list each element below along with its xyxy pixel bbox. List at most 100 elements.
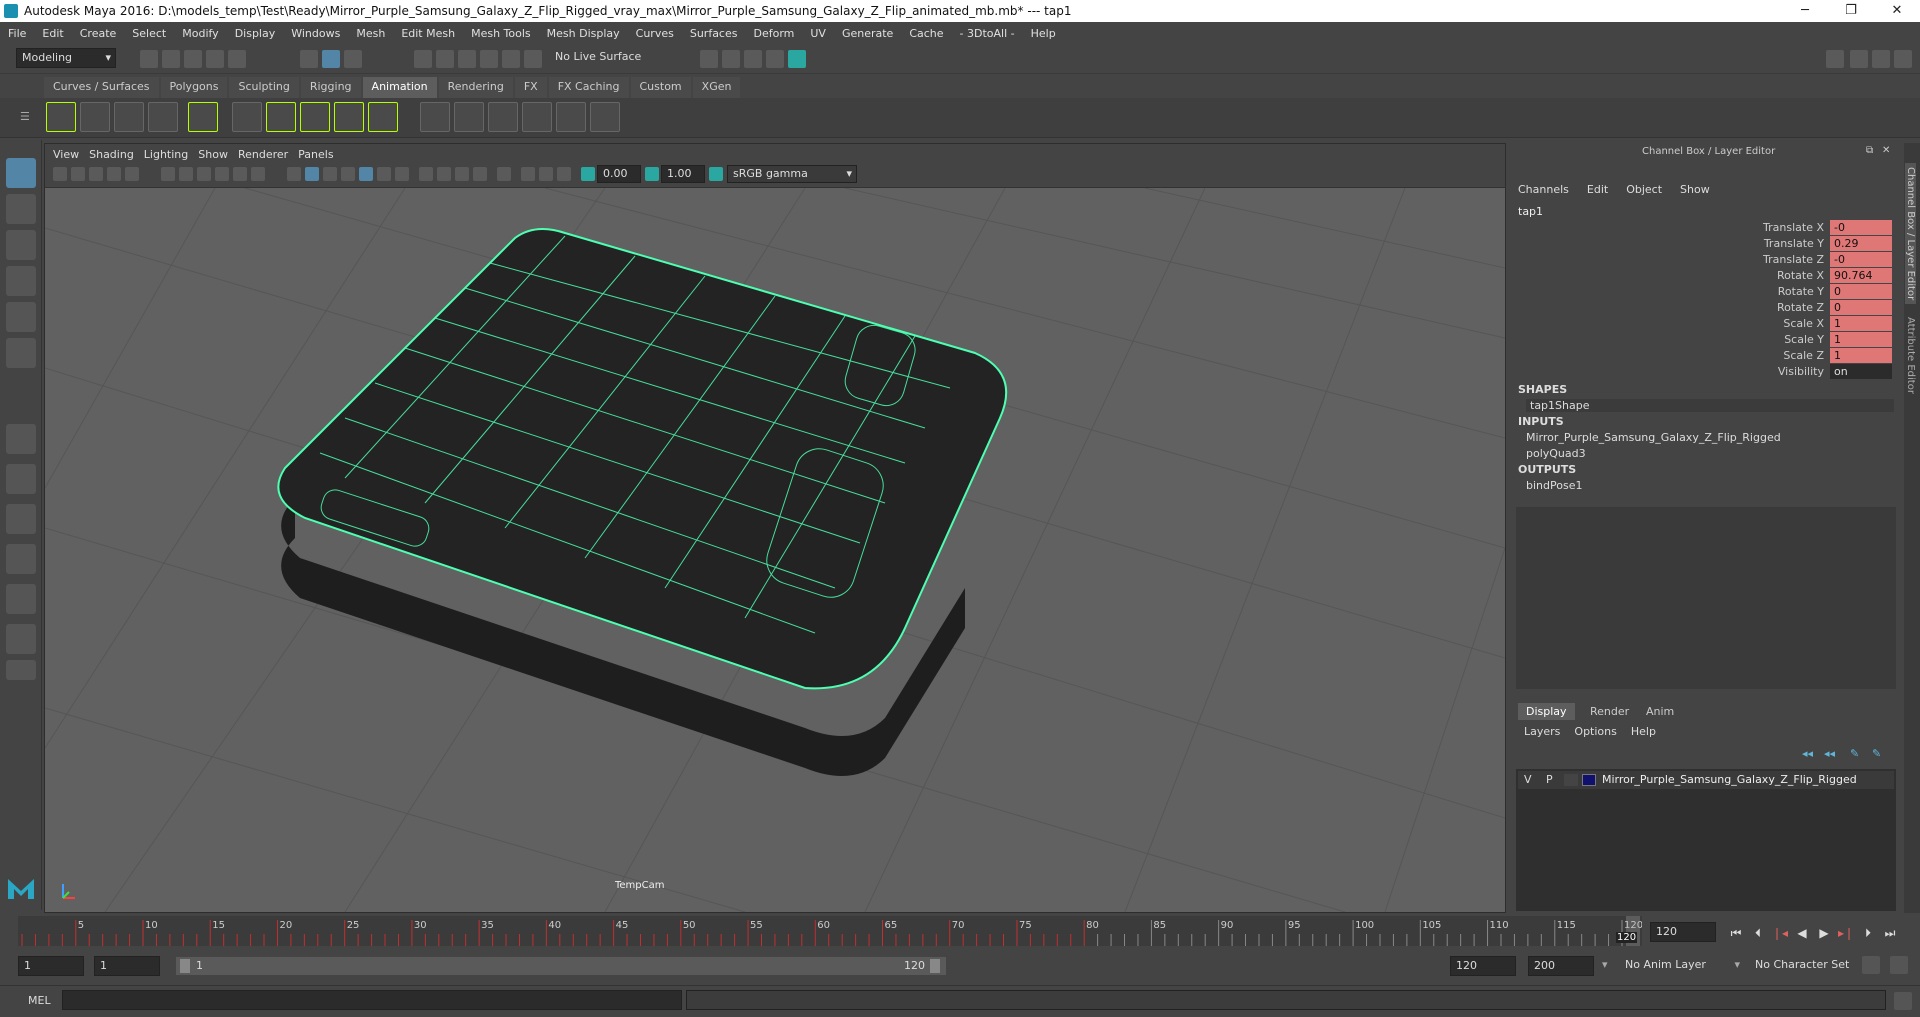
- undo-icon[interactable]: [206, 50, 224, 68]
- layer-tab-render[interactable]: Render: [1582, 703, 1637, 720]
- field-chart-icon[interactable]: [233, 167, 247, 181]
- close-panel-icon[interactable]: ✕: [1882, 145, 1890, 156]
- layer-row[interactable]: V P Mirror_Purple_Samsung_Galaxy_Z_Flip_…: [1518, 771, 1894, 789]
- layer-color-swatch[interactable]: [1582, 774, 1596, 786]
- snap-live-icon[interactable]: [502, 50, 520, 68]
- image-plane-icon[interactable]: [107, 167, 121, 181]
- channel-value[interactable]: 1: [1830, 348, 1892, 363]
- layer-tab-display[interactable]: Display: [1518, 703, 1575, 720]
- constraint-icon[interactable]: [368, 102, 398, 132]
- menu-edit-mesh[interactable]: Edit Mesh: [393, 27, 463, 40]
- select-by-object-icon[interactable]: [322, 50, 340, 68]
- gate-mask-icon[interactable]: [215, 167, 229, 181]
- command-language-label[interactable]: MEL: [28, 994, 51, 1007]
- wireframe-on-shaded-icon[interactable]: [341, 167, 355, 181]
- point-constraint-icon[interactable]: [454, 102, 484, 132]
- output-item[interactable]: bindPose1: [1526, 479, 1582, 492]
- resolution-gate-icon[interactable]: [197, 167, 211, 181]
- channel-scale-z[interactable]: Scale Z 1: [1512, 348, 1892, 364]
- xray-icon[interactable]: [521, 167, 535, 181]
- paint-select-tool-icon[interactable]: [6, 230, 36, 260]
- step-back-key-icon[interactable]: ⏴: [1750, 925, 1766, 941]
- new-scene-icon[interactable]: [140, 50, 158, 68]
- shelf-tab-sculpting[interactable]: Sculpting: [229, 77, 299, 98]
- shelf-tab-curves-surfaces[interactable]: Curves / Surfaces: [44, 77, 159, 98]
- anim-layer-dropdown[interactable]: No Anim Layer ▾: [1620, 956, 1742, 976]
- menu-uv[interactable]: UV: [802, 27, 834, 40]
- more-layouts-icon[interactable]: [6, 660, 36, 680]
- safe-action-icon[interactable]: [251, 167, 265, 181]
- make-live-icon[interactable]: [524, 50, 542, 68]
- parent-constraint-icon[interactable]: [420, 102, 450, 132]
- shelf-tab-animation[interactable]: Animation: [362, 77, 437, 98]
- time-ruler[interactable]: 5 10 15 20 25 30 35 40 45 50 55 60 65 70 75 80 85 90 95 100…: [18, 916, 1643, 946]
- mode-dropdown[interactable]: Modeling ▾: [16, 48, 116, 68]
- channel-value[interactable]: -0: [1830, 252, 1892, 267]
- isolate-select-icon[interactable]: [497, 167, 511, 181]
- channel-rotate-x[interactable]: Rotate X 90.764: [1512, 268, 1892, 284]
- menu-windows[interactable]: Windows: [283, 27, 348, 40]
- modeling-toolkit-icon[interactable]: [1826, 50, 1844, 68]
- play-forwards-icon[interactable]: ▶: [1816, 925, 1832, 941]
- panel-menu-lighting[interactable]: Lighting: [144, 148, 198, 161]
- ik-handle-icon[interactable]: [266, 102, 296, 132]
- input-item[interactable]: Mirror_Purple_Samsung_Galaxy_Z_Flip_Rigg…: [1526, 431, 1781, 444]
- layer-tab-anim[interactable]: Anim: [1638, 703, 1682, 720]
- go-to-start-icon[interactable]: ⏮: [1728, 925, 1744, 941]
- shelf-tab-xgen[interactable]: XGen: [692, 77, 741, 98]
- layer-playback-toggle[interactable]: P: [1546, 773, 1553, 786]
- hypershade-icon[interactable]: [766, 50, 784, 68]
- xray-joints-icon[interactable]: [557, 167, 571, 181]
- ipr-render-icon[interactable]: [722, 50, 740, 68]
- menu-mesh[interactable]: Mesh: [348, 27, 393, 40]
- move-layer-up-icon[interactable]: ◂◂: [1802, 747, 1813, 760]
- channel-translate-x[interactable]: Translate X -0: [1512, 220, 1892, 236]
- layers-menu[interactable]: Layers: [1524, 725, 1560, 738]
- menu-display[interactable]: Display: [227, 27, 284, 40]
- smooth-shade-icon[interactable]: [305, 167, 319, 181]
- channel-visibility[interactable]: Visibility on: [1512, 364, 1892, 380]
- select-by-hierarchy-icon[interactable]: [300, 50, 318, 68]
- float-panel-icon[interactable]: ⧉: [1866, 145, 1873, 156]
- gamma-icon[interactable]: [645, 167, 659, 181]
- command-input[interactable]: [62, 990, 682, 1010]
- menu-generate[interactable]: Generate: [834, 27, 901, 40]
- menu-mesh-display[interactable]: Mesh Display: [539, 27, 628, 40]
- character-set-dropdown[interactable]: No Character Set: [1750, 956, 1872, 976]
- panel-menu-renderer[interactable]: Renderer: [238, 148, 298, 161]
- save-scene-icon[interactable]: [184, 50, 202, 68]
- depth-of-field-icon[interactable]: [473, 167, 487, 181]
- animation-start-field[interactable]: 1: [18, 956, 84, 976]
- object-menu[interactable]: Object: [1626, 183, 1662, 196]
- close-button[interactable]: ✕: [1874, 0, 1920, 22]
- aim-constraint-icon[interactable]: [556, 102, 586, 132]
- playblast-icon[interactable]: [46, 102, 76, 132]
- menu-3dtoall[interactable]: - 3DtoAll -: [952, 27, 1023, 40]
- snap-grid-icon[interactable]: [414, 50, 432, 68]
- redo-icon[interactable]: [228, 50, 246, 68]
- create-ghost-icon[interactable]: [114, 102, 144, 132]
- 2d-pan-zoom-icon[interactable]: [125, 167, 139, 181]
- snap-curve-icon[interactable]: [436, 50, 454, 68]
- screen-space-ao-icon[interactable]: [419, 167, 433, 181]
- menu-select[interactable]: Select: [124, 27, 174, 40]
- vray-icon[interactable]: [788, 50, 806, 68]
- select-tool-icon[interactable]: [6, 158, 36, 188]
- 3d-viewport[interactable]: TempCam: [45, 188, 1505, 912]
- shelf-tab-rendering[interactable]: Rendering: [438, 77, 513, 98]
- animation-end-field[interactable]: 200: [1528, 956, 1594, 976]
- single-perspective-layout-icon[interactable]: [6, 424, 36, 454]
- unghost-icon[interactable]: [148, 102, 178, 132]
- playback-end-field[interactable]: 120: [1450, 956, 1516, 976]
- camera-attributes-icon[interactable]: [71, 167, 85, 181]
- menu-deform[interactable]: Deform: [745, 27, 802, 40]
- move-tool-icon[interactable]: [6, 266, 36, 296]
- playback-start-field[interactable]: 1: [94, 956, 160, 976]
- xray-active-icon[interactable]: [539, 167, 553, 181]
- render-settings-icon[interactable]: [744, 50, 762, 68]
- persp-outliner-layout-icon[interactable]: [6, 584, 36, 614]
- range-end-handle[interactable]: [930, 959, 940, 973]
- view-transform-dropdown[interactable]: sRGB gamma ▾: [727, 165, 857, 183]
- bookmark-icon[interactable]: [89, 167, 103, 181]
- joint-tool-icon[interactable]: [232, 102, 262, 132]
